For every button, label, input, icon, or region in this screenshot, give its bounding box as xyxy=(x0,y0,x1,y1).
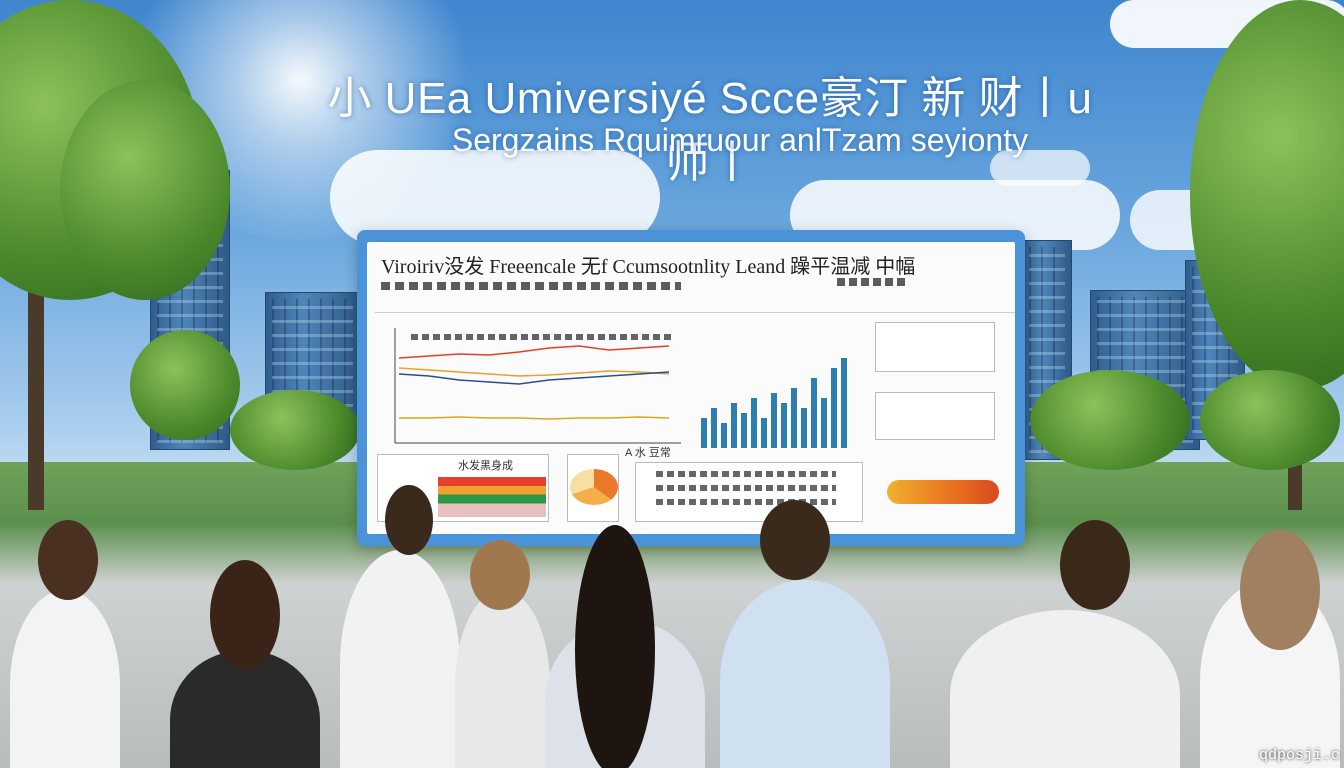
chart-bar xyxy=(751,398,757,448)
person-head xyxy=(210,560,280,670)
person xyxy=(720,580,890,768)
person-head xyxy=(575,525,655,768)
subheadline-text: Sergzains Rquimruour anlTzam seyionty xyxy=(451,122,1029,158)
bar-chart xyxy=(701,358,847,448)
tree xyxy=(1200,370,1340,470)
photo-scene: 小 UEa Umiversiyé Scce豪汀 新 财丨u师丨 Sergzain… xyxy=(0,0,1344,768)
table-row xyxy=(656,471,836,477)
chart-bar xyxy=(781,403,787,448)
chart-line xyxy=(399,416,670,420)
chart-bar xyxy=(721,423,727,448)
dashboard-heading: Viroiriv没发 Freeencale 无f Ccumsootnlity L… xyxy=(381,256,916,278)
chart-bar xyxy=(731,403,737,448)
tree xyxy=(230,390,360,470)
chart-bar xyxy=(701,418,707,448)
watermark: qdposji.c xyxy=(1258,747,1340,764)
person xyxy=(455,590,550,768)
mid-panel-label: A 水 豆常 xyxy=(625,447,671,459)
mini-table xyxy=(875,392,995,440)
person-head xyxy=(38,520,98,600)
person xyxy=(950,610,1180,768)
bar-panel-label: 水发黑身成 xyxy=(458,460,513,472)
divider xyxy=(375,312,1015,313)
chart-bar xyxy=(771,393,777,448)
chart-bar xyxy=(741,413,747,448)
chart-bar xyxy=(821,398,827,448)
dashboard-subheading-right xyxy=(837,278,907,286)
dashboard-subheading xyxy=(381,282,681,290)
tree xyxy=(60,80,230,300)
chart-bar xyxy=(831,368,837,448)
chart-bar xyxy=(761,418,767,448)
person-head xyxy=(1060,520,1130,610)
person xyxy=(10,590,120,768)
chart-line xyxy=(398,371,670,385)
person-head xyxy=(385,485,433,555)
person-head xyxy=(760,500,830,580)
chart-bar xyxy=(841,358,847,448)
person-head xyxy=(1240,530,1320,650)
crowd xyxy=(0,480,1344,768)
person xyxy=(340,550,460,768)
chart-bar xyxy=(711,408,717,448)
tree xyxy=(1030,370,1190,470)
person-head xyxy=(470,540,530,610)
line-chart xyxy=(394,328,681,444)
line-chart-label xyxy=(411,334,671,340)
tree xyxy=(130,330,240,440)
chart-bar xyxy=(801,408,807,448)
chart-bar xyxy=(811,378,817,448)
chart-line xyxy=(398,345,670,359)
mini-line-chart xyxy=(875,322,995,372)
chart-bar xyxy=(791,388,797,448)
